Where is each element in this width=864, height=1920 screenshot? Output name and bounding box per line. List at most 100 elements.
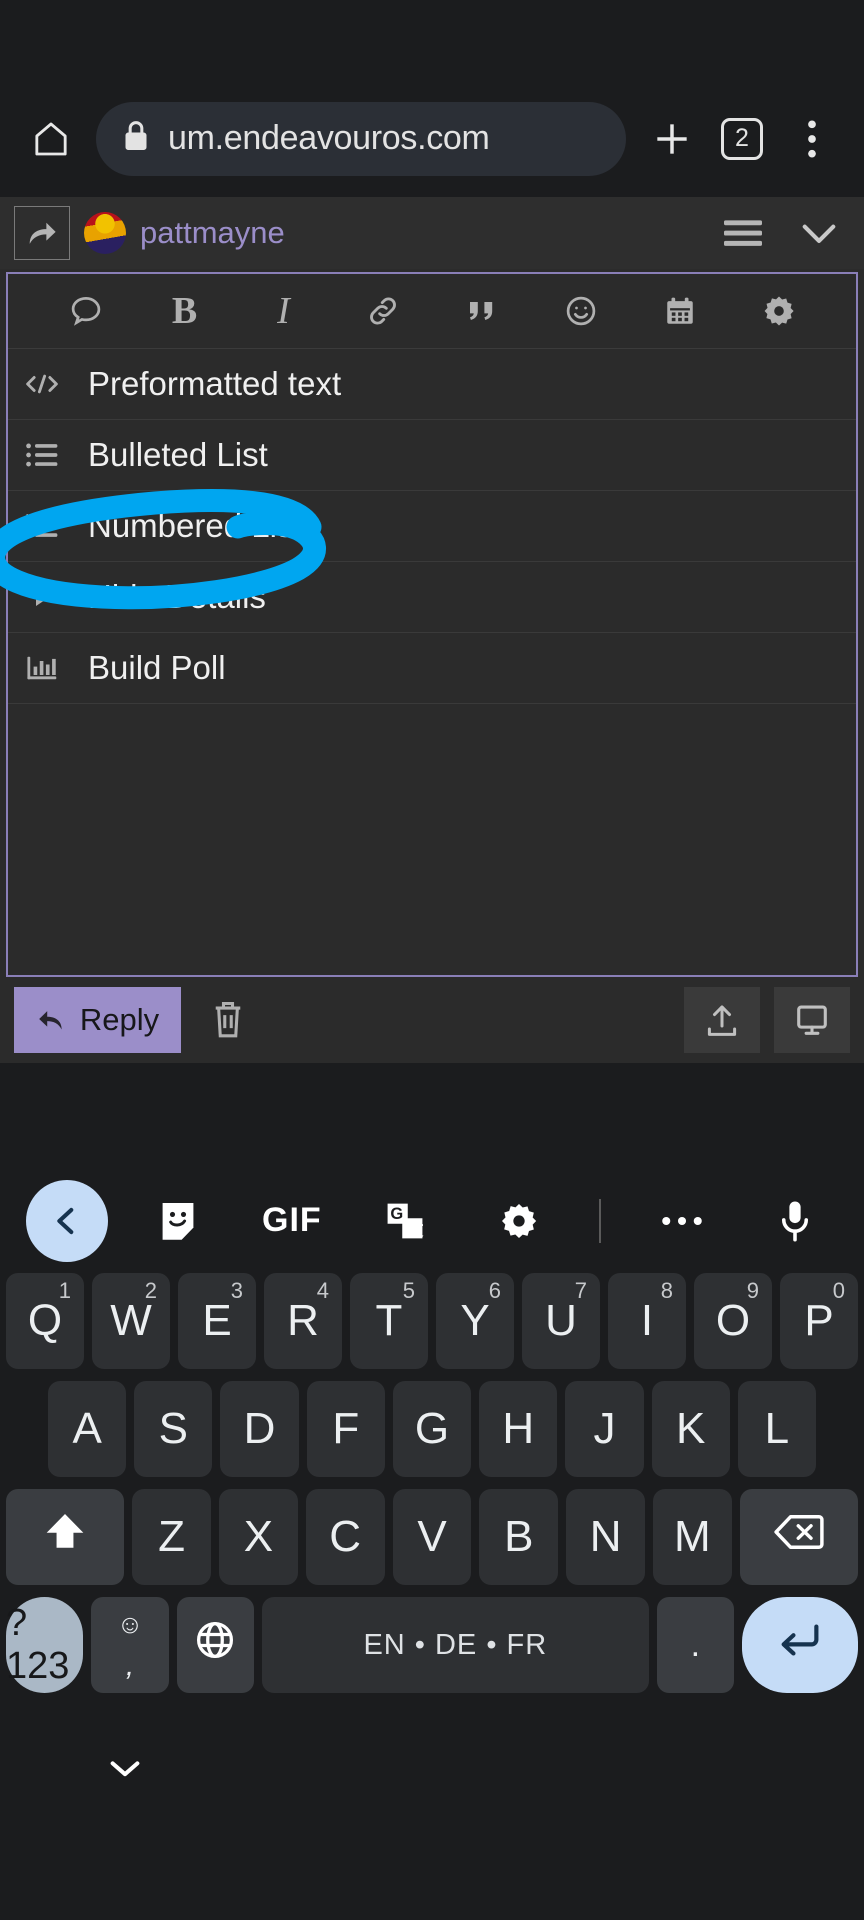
key-j[interactable]: J bbox=[565, 1381, 644, 1477]
url-text: um.endeavouros.com bbox=[168, 119, 490, 157]
gif-label: GIF bbox=[262, 1201, 322, 1239]
key-label: A bbox=[72, 1404, 102, 1453]
key-sup: 5 bbox=[402, 1278, 415, 1303]
key-p[interactable]: 0P bbox=[780, 1273, 858, 1369]
key-n[interactable]: N bbox=[566, 1489, 645, 1585]
key-c[interactable]: C bbox=[305, 1489, 385, 1585]
gif-icon[interactable]: GIF bbox=[249, 1178, 335, 1264]
chevron-down-icon[interactable] bbox=[108, 1757, 142, 1784]
keyboard-toolbar: GIF G 文 bbox=[0, 1168, 864, 1273]
gear-icon[interactable] bbox=[748, 280, 810, 342]
key-sup: 7 bbox=[574, 1278, 587, 1303]
key-k[interactable]: K bbox=[651, 1381, 730, 1477]
emoji-icon: ☺ bbox=[116, 1609, 144, 1639]
key-label: Y bbox=[460, 1296, 490, 1345]
key-label: Q bbox=[27, 1296, 63, 1345]
emoji-comma-key[interactable]: ☺ , bbox=[91, 1597, 169, 1693]
key-w[interactable]: 2W bbox=[92, 1273, 170, 1369]
new-tab-button[interactable] bbox=[640, 107, 704, 171]
poll-chart-icon bbox=[22, 654, 62, 682]
menu-item-label: Bulleted List bbox=[88, 436, 268, 473]
enter-key[interactable] bbox=[741, 1597, 858, 1693]
key-s[interactable]: S bbox=[134, 1381, 213, 1477]
translate-icon[interactable]: G 文 bbox=[362, 1178, 448, 1264]
triangle-right-icon bbox=[22, 585, 62, 609]
key-e[interactable]: 3E bbox=[178, 1273, 256, 1369]
key-b[interactable]: B bbox=[479, 1489, 559, 1585]
bold-icon[interactable]: B bbox=[154, 280, 216, 342]
key-x[interactable]: X bbox=[219, 1489, 298, 1585]
tab-switcher-button[interactable]: 2 bbox=[710, 107, 774, 171]
upload-icon[interactable] bbox=[684, 987, 760, 1053]
monitor-icon[interactable] bbox=[774, 987, 850, 1053]
menu-item-numbered-list[interactable]: 1 2 3 Numbered List bbox=[8, 491, 856, 562]
shift-key[interactable] bbox=[6, 1489, 125, 1585]
key-l[interactable]: L bbox=[737, 1381, 816, 1477]
hamburger-icon[interactable] bbox=[712, 202, 774, 264]
sticker-icon[interactable] bbox=[135, 1178, 221, 1264]
key-label: T bbox=[375, 1296, 403, 1345]
emoji-icon[interactable] bbox=[550, 280, 612, 342]
reply-button[interactable]: Reply bbox=[14, 987, 181, 1053]
key-q[interactable]: 1Q bbox=[6, 1273, 84, 1369]
menu-item-label: Hide Details bbox=[88, 578, 266, 615]
key-i[interactable]: 8I bbox=[608, 1273, 686, 1369]
menu-item-build-poll[interactable]: Build Poll bbox=[8, 633, 856, 704]
reply-arrow-icon[interactable] bbox=[14, 206, 70, 260]
enter-return-icon bbox=[777, 1620, 823, 1671]
italic-icon[interactable]: I bbox=[253, 280, 315, 342]
key-m[interactable]: M bbox=[652, 1489, 732, 1585]
browser-toolbar: um.endeavouros.com 2 bbox=[0, 80, 864, 197]
backspace-key[interactable] bbox=[739, 1489, 858, 1585]
key-z[interactable]: Z bbox=[132, 1489, 211, 1585]
menu-item-hide-details[interactable]: Hide Details bbox=[8, 562, 856, 633]
gear-icon[interactable] bbox=[476, 1178, 562, 1264]
menu-item-label: Numbered List bbox=[88, 507, 303, 544]
keyboard-row-4: ?123 ☺ , EN • DE • FR . bbox=[0, 1597, 864, 1693]
menu-item-preformatted-text[interactable]: Preformatted text bbox=[8, 349, 856, 420]
key-h[interactable]: H bbox=[479, 1381, 558, 1477]
reply-composer: B I Preformatted text Bulleted List 1 2 … bbox=[6, 272, 858, 977]
quote-icon[interactable] bbox=[451, 280, 513, 342]
trash-icon[interactable] bbox=[195, 987, 261, 1053]
globe-key[interactable] bbox=[176, 1597, 254, 1693]
menu-item-bulleted-list[interactable]: Bulleted List bbox=[8, 420, 856, 491]
tab-count: 2 bbox=[721, 117, 763, 160]
keyboard-row-1: 1Q 2W 3E 4R 5T 6Y 7U 8I 9O 0P bbox=[0, 1273, 864, 1369]
key-f[interactable]: F bbox=[306, 1381, 385, 1477]
keyboard-row-3: Z X C V B N M bbox=[0, 1489, 864, 1585]
key-sup: 6 bbox=[488, 1278, 501, 1303]
chevron-left-icon[interactable] bbox=[26, 1179, 108, 1262]
url-bar[interactable]: um.endeavouros.com bbox=[96, 101, 626, 176]
status-bar bbox=[0, 0, 864, 80]
more-dots-icon[interactable] bbox=[639, 1178, 725, 1264]
overflow-menu-icon[interactable] bbox=[780, 107, 844, 171]
speech-bubble-icon[interactable] bbox=[55, 280, 117, 342]
home-icon[interactable] bbox=[20, 108, 82, 170]
period-key[interactable]: . bbox=[656, 1597, 734, 1693]
username[interactable]: pattmayne bbox=[140, 215, 285, 251]
key-o[interactable]: 9O bbox=[694, 1273, 772, 1369]
key-label: K bbox=[675, 1404, 706, 1453]
key-label: F bbox=[332, 1404, 360, 1453]
key-a[interactable]: A bbox=[48, 1381, 127, 1477]
space-key[interactable]: EN • DE • FR bbox=[261, 1597, 649, 1693]
key-v[interactable]: V bbox=[392, 1489, 472, 1585]
key-sup: 4 bbox=[316, 1278, 329, 1303]
key-r[interactable]: 4R bbox=[264, 1273, 342, 1369]
avatar[interactable] bbox=[84, 212, 126, 254]
key-label: N bbox=[589, 1512, 622, 1561]
key-g[interactable]: G bbox=[392, 1381, 472, 1477]
microphone-icon[interactable] bbox=[752, 1178, 838, 1264]
symbols-key[interactable]: ?123 bbox=[6, 1597, 84, 1693]
chevron-down-icon[interactable] bbox=[788, 202, 850, 264]
key-y[interactable]: 6Y bbox=[436, 1273, 514, 1369]
key-d[interactable]: D bbox=[220, 1381, 299, 1477]
link-icon[interactable] bbox=[352, 280, 414, 342]
key-u[interactable]: 7U bbox=[522, 1273, 600, 1369]
key-label: L bbox=[764, 1404, 790, 1453]
key-sup: 2 bbox=[144, 1278, 157, 1303]
key-t[interactable]: 5T bbox=[350, 1273, 428, 1369]
calendar-icon[interactable] bbox=[649, 280, 711, 342]
post-header: pattmayne bbox=[0, 197, 864, 269]
